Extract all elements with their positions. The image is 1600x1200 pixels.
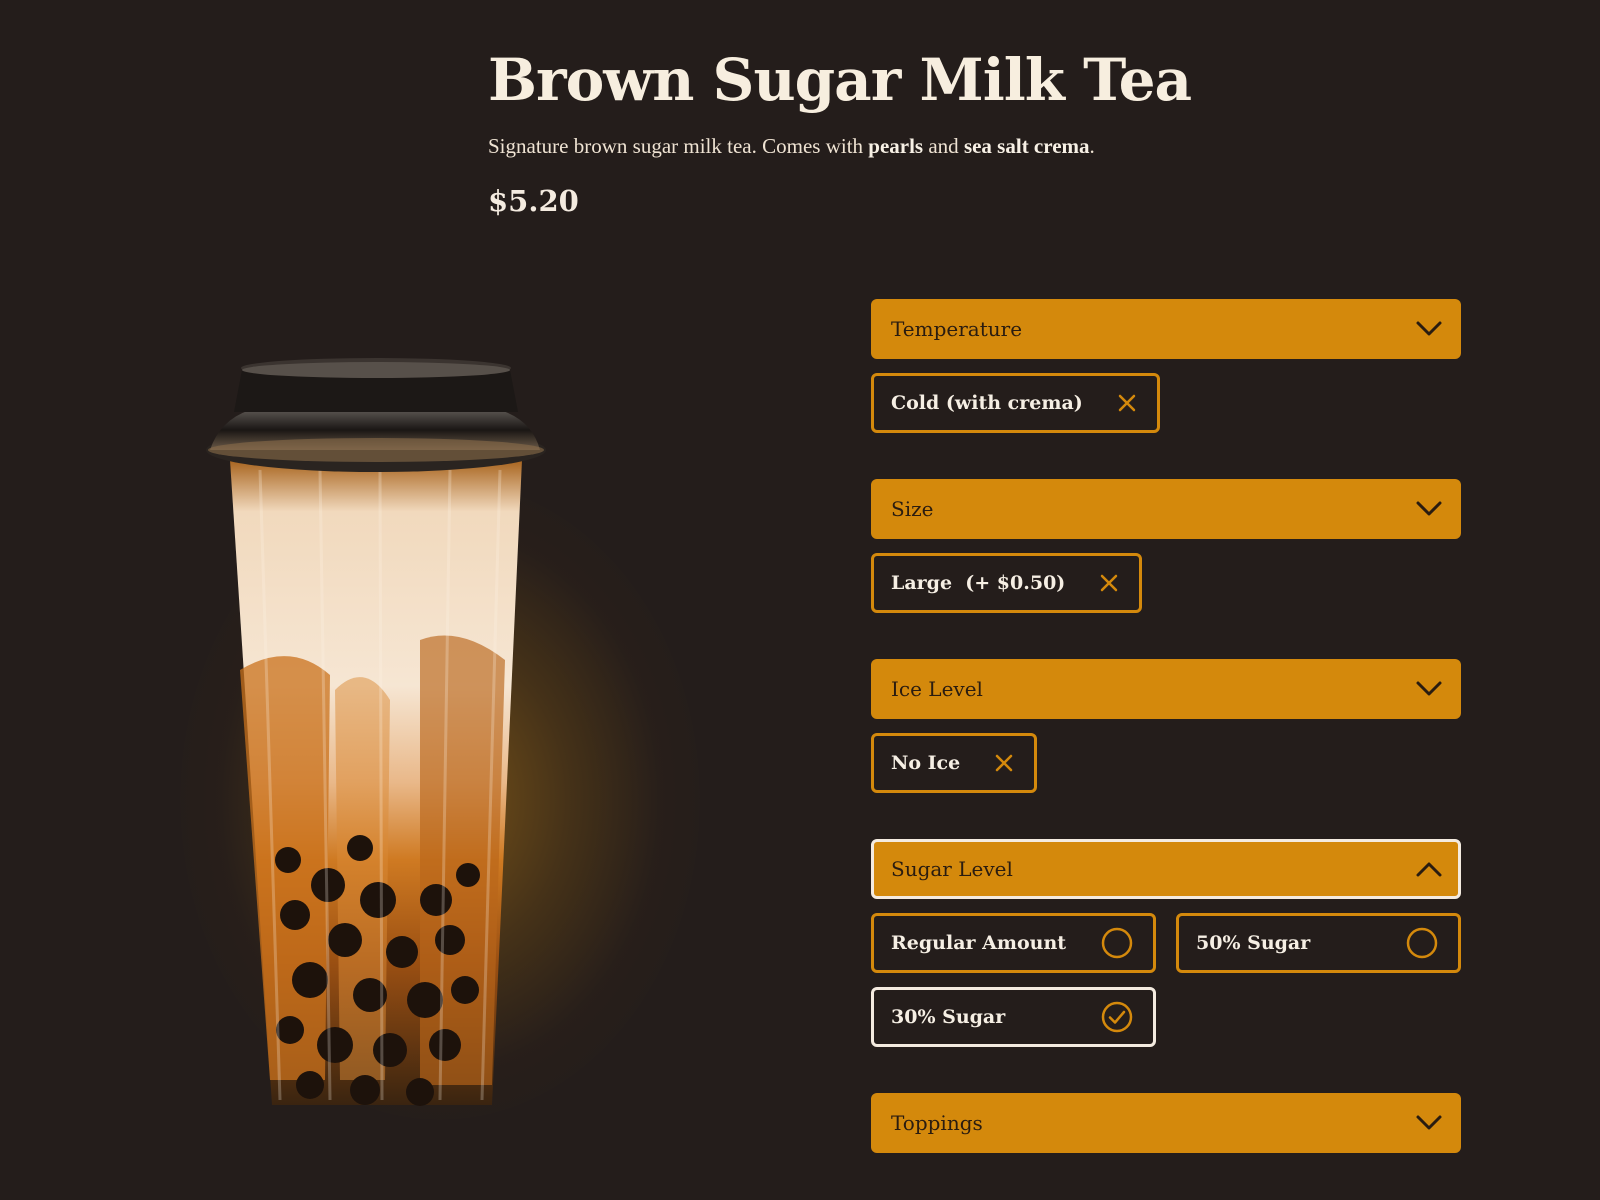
toppings-label: Toppings — [891, 1111, 983, 1135]
chevron-down-icon — [1416, 681, 1442, 696]
temperature-selected: Cold (with crema) — [871, 373, 1461, 433]
size-label: Size — [891, 497, 934, 521]
close-icon[interactable] — [994, 753, 1014, 773]
selected-chip-size[interactable]: Large (+ $0.50) — [871, 553, 1143, 613]
check-circle-icon — [1101, 1001, 1133, 1033]
sugar-level-accordion[interactable]: Sugar Level — [871, 839, 1461, 899]
sugar-option-30[interactable]: 30% Sugar — [871, 987, 1156, 1047]
chevron-up-icon — [1416, 862, 1442, 877]
chip-label: Cold (with crema) — [891, 392, 1083, 414]
product-description: Signature brown sugar milk tea. Comes wi… — [488, 132, 1108, 160]
size-group: Size Large (+ $0.50) — [871, 479, 1461, 613]
sugar-level-label: Sugar Level — [891, 857, 1013, 881]
temperature-accordion[interactable]: Temperature — [871, 299, 1461, 359]
ice-selected: No Ice — [871, 733, 1461, 793]
chevron-down-icon — [1416, 321, 1442, 336]
size-accordion[interactable]: Size — [871, 479, 1461, 539]
close-icon[interactable] — [1117, 393, 1137, 413]
product-price: $5.20 — [488, 184, 579, 218]
cup-illustration — [206, 358, 546, 1106]
ice-level-accordion[interactable]: Ice Level — [871, 659, 1461, 719]
product-title: Brown Sugar Milk Tea — [488, 46, 1192, 114]
option-label: 30% Sugar — [891, 1006, 1006, 1028]
chip-label: No Ice — [891, 752, 961, 774]
options-panel: Temperature Cold (with crema) Size Large… — [871, 299, 1461, 1199]
option-label: Regular Amount — [891, 932, 1067, 954]
selected-chip-temperature[interactable]: Cold (with crema) — [871, 373, 1160, 433]
temperature-label: Temperature — [891, 317, 1023, 341]
product-header: Brown Sugar Milk Tea Signature brown sug… — [488, 44, 1192, 218]
radio-unchecked-icon — [1101, 927, 1133, 959]
chevron-down-icon — [1416, 1115, 1442, 1130]
chevron-down-icon — [1416, 501, 1442, 516]
description-text-mid: and — [923, 134, 964, 158]
sugar-choices: Regular Amount 50% Sugar 30% Sugar — [871, 913, 1461, 1047]
description-text-end: . — [1089, 134, 1095, 158]
toppings-group: Toppings — [871, 1093, 1461, 1153]
ice-group: Ice Level No Ice — [871, 659, 1461, 793]
toppings-accordion[interactable]: Toppings — [871, 1093, 1461, 1153]
temperature-group: Temperature Cold (with crema) — [871, 299, 1461, 433]
chip-label: Large (+ $0.50) — [891, 572, 1066, 594]
bubble-tea-cup-image — [120, 340, 760, 1140]
radio-unchecked-icon — [1406, 927, 1438, 959]
size-selected: Large (+ $0.50) — [871, 553, 1461, 613]
description-pearls: pearls — [868, 134, 924, 158]
description-crema: sea salt crema — [963, 134, 1090, 158]
option-label: 50% Sugar — [1196, 932, 1311, 954]
selected-chip-ice[interactable]: No Ice — [871, 733, 1038, 793]
close-icon[interactable] — [1099, 573, 1119, 593]
description-text: Signature brown sugar milk tea. Comes wi… — [488, 134, 869, 158]
sugar-group: Sugar Level Regular Amount 50% Sugar 30%… — [871, 839, 1461, 1047]
sugar-option-50[interactable]: 50% Sugar — [1176, 913, 1461, 973]
sugar-option-regular[interactable]: Regular Amount — [871, 913, 1156, 973]
ice-level-label: Ice Level — [891, 677, 983, 701]
